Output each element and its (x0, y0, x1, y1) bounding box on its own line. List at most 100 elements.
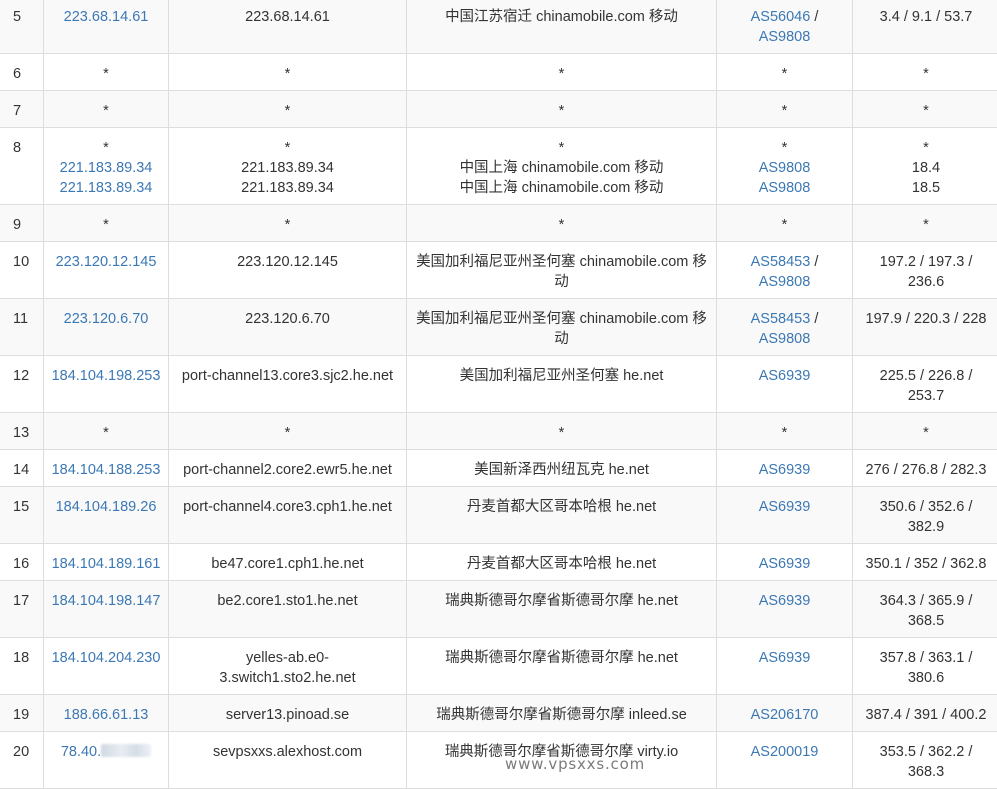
ip-timeout: * (103, 425, 109, 441)
location-text: * (414, 138, 709, 158)
hop-number-text: 19 (13, 707, 29, 723)
asn-cell: AS206170 (717, 695, 853, 732)
ip-link[interactable]: 184.104.204.230 (52, 650, 161, 666)
asn-link[interactable]: AS58453 (751, 254, 811, 270)
hop-number: 11 (0, 299, 44, 356)
asn-separator: / (810, 311, 818, 327)
latency-cell: *18.418.5 (853, 128, 997, 205)
hop-number: 20 (0, 732, 44, 789)
hostname-cell: port-channel4.core3.cph1.he.net (169, 487, 407, 544)
asn-link[interactable]: AS58453 (751, 311, 811, 327)
ip-link[interactable]: 223.120.12.145 (56, 254, 157, 270)
hop-number-text: 13 (13, 425, 29, 441)
ip-link[interactable]: 221.183.89.34 (60, 180, 153, 196)
location-text: 美国加利福尼亚州圣何塞 chinamobile.com 移 (414, 309, 709, 329)
asn-timeout: * (782, 103, 788, 119)
asn-link[interactable]: AS6939 (759, 462, 811, 478)
hostname-cell: 223.120.6.70 (169, 299, 407, 356)
ip-cell: 223.120.12.145 (44, 242, 169, 299)
asn-link[interactable]: AS6939 (759, 368, 811, 384)
asn-timeout: * (782, 140, 788, 156)
ip-link[interactable]: 184.104.188.253 (52, 462, 161, 478)
asn-cell: AS58453 / AS9808 (717, 242, 853, 299)
ip-link[interactable]: 184.104.189.26 (56, 499, 157, 515)
location-text: 美国加利福尼亚州圣何塞 he.net (414, 366, 709, 386)
hop-number-text: 15 (13, 499, 29, 515)
asn-link[interactable]: AS9808 (759, 274, 811, 290)
traceroute-table: 5223.68.14.61223.68.14.61中国江苏宿迁 chinamob… (0, 0, 997, 789)
location-text: * (414, 101, 709, 121)
ip-link[interactable]: 223.120.6.70 (64, 311, 149, 327)
table-row: 2078.40.sevpsxxs.alexhost.com瑞典斯德哥尔摩省斯德哥… (0, 732, 997, 789)
latency-cell: 357.8 / 363.1 /380.6 (853, 638, 997, 695)
asn-link[interactable]: AS6939 (759, 593, 811, 609)
ip-link[interactable]: 221.183.89.34 (60, 160, 153, 176)
hostname-text: 223.120.12.145 (176, 252, 399, 272)
ip-cell: 184.104.188.253 (44, 450, 169, 487)
asn-timeout: * (782, 217, 788, 233)
latency-text: 353.5 / 362.2 / (860, 742, 992, 762)
hostname-cell: port-channel2.core2.ewr5.he.net (169, 450, 407, 487)
hop-number-text: 20 (13, 744, 29, 760)
latency-text: 18.5 (860, 178, 992, 198)
asn-link[interactable]: AS56046 (751, 9, 811, 25)
ip-link[interactable]: 184.104.198.147 (52, 593, 161, 609)
hostname-text: * (176, 138, 399, 158)
location-text: 动 (414, 272, 709, 292)
latency-cell: * (853, 91, 997, 128)
ip-link[interactable]: 78.40. (61, 744, 101, 760)
hostname-text: be2.core1.sto1.he.net (176, 591, 399, 611)
asn-cell: AS6939 (717, 450, 853, 487)
table-row: 17184.104.198.147be2.core1.sto1.he.net瑞典… (0, 581, 997, 638)
asn-link[interactable]: AS9808 (759, 160, 811, 176)
hostname-text: port-channel4.core3.cph1.he.net (176, 497, 399, 517)
latency-cell: 353.5 / 362.2 /368.3 (853, 732, 997, 789)
hostname-cell: port-channel13.core3.sjc2.he.net (169, 356, 407, 413)
location-cell: 美国加利福尼亚州圣何塞 chinamobile.com 移动 (407, 299, 717, 356)
asn-separator: / (810, 9, 818, 25)
ip-link[interactable]: 188.66.61.13 (64, 707, 149, 723)
location-cell: 丹麦首都大区哥本哈根 he.net (407, 487, 717, 544)
location-cell: 丹麦首都大区哥本哈根 he.net (407, 544, 717, 581)
ip-timeout: * (103, 140, 109, 156)
ip-cell: * (44, 205, 169, 242)
hostname-cell: server13.pinoad.se (169, 695, 407, 732)
asn-link[interactable]: AS6939 (759, 556, 811, 572)
asn-link[interactable]: AS9808 (759, 180, 811, 196)
asn-cell: AS6939 (717, 581, 853, 638)
asn-link[interactable]: AS9808 (759, 29, 811, 45)
table-row: 8*221.183.89.34221.183.89.34*221.183.89.… (0, 128, 997, 205)
asn-link[interactable]: AS6939 (759, 650, 811, 666)
latency-text: 253.7 (860, 386, 992, 406)
latency-text: 197.9 / 220.3 / 228 (860, 309, 992, 329)
hop-number-text: 9 (13, 217, 21, 233)
hop-number-text: 6 (13, 66, 21, 82)
latency-text: 368.5 (860, 611, 992, 631)
asn-cell: AS6939 (717, 487, 853, 544)
ip-cell: 184.104.189.161 (44, 544, 169, 581)
latency-text: 357.8 / 363.1 / (860, 648, 992, 668)
hop-number-text: 17 (13, 593, 29, 609)
asn-separator: / (810, 254, 818, 270)
table-row: 11223.120.6.70223.120.6.70美国加利福尼亚州圣何塞 ch… (0, 299, 997, 356)
latency-text: * (860, 101, 992, 121)
latency-text: 18.4 (860, 158, 992, 178)
asn-link[interactable]: AS9808 (759, 331, 811, 347)
ip-link[interactable]: 223.68.14.61 (64, 9, 149, 25)
ip-cell: * (44, 413, 169, 450)
hop-number-text: 11 (13, 311, 28, 327)
asn-cell: AS56046 / AS9808 (717, 0, 853, 54)
location-text: 丹麦首都大区哥本哈根 he.net (414, 554, 709, 574)
asn-link[interactable]: AS200019 (751, 744, 819, 760)
hop-number: 10 (0, 242, 44, 299)
ip-link[interactable]: 184.104.198.253 (52, 368, 161, 384)
latency-text: 236.6 (860, 272, 992, 292)
asn-link[interactable]: AS6939 (759, 499, 811, 515)
asn-cell: * AS9808 AS9808 (717, 128, 853, 205)
ip-link[interactable]: 184.104.189.161 (52, 556, 161, 572)
hostname-text: 221.183.89.34 (176, 158, 399, 178)
location-text: * (414, 215, 709, 235)
asn-link[interactable]: AS206170 (751, 707, 819, 723)
latency-text: * (860, 138, 992, 158)
ip-cell: 184.104.204.230 (44, 638, 169, 695)
